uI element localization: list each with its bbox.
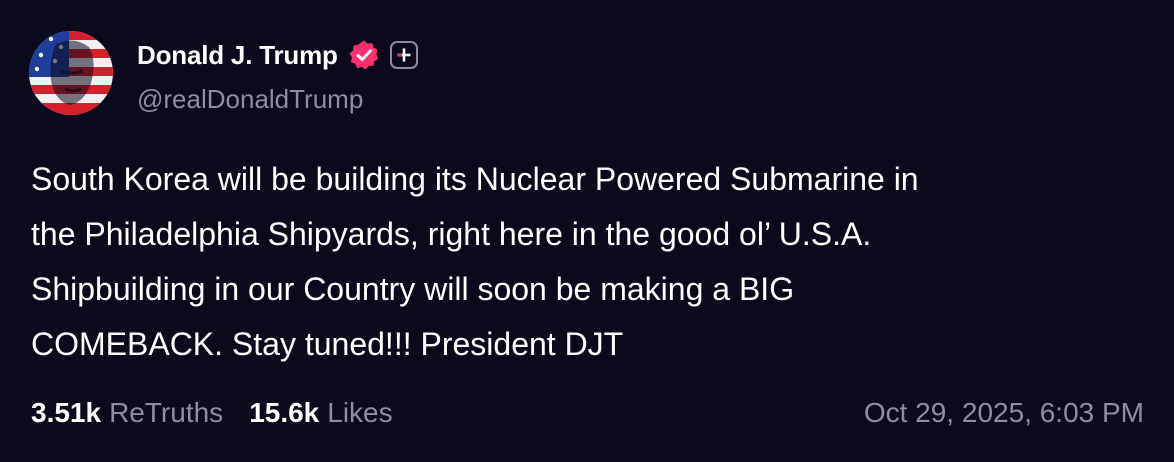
post-text-line: South Korea will be building its Nuclear… (31, 161, 919, 197)
likes-label: Likes (327, 397, 393, 428)
author-name-row: Donald J. Trump (137, 36, 418, 74)
retruths-label: ReTruths (109, 397, 224, 428)
post-text-line: COMEBACK. Stay tuned!!! President DJT (31, 326, 624, 362)
author-display-name[interactable]: Donald J. Trump (137, 40, 338, 71)
plus-badge-icon (389, 41, 418, 69)
post-timestamp[interactable]: Oct 29, 2025, 6:03 PM (864, 393, 1144, 433)
author-handle[interactable]: @realDonaldTrump (137, 84, 363, 115)
post-text-line: Shipbuilding in our Country will soon be… (31, 271, 795, 307)
post-text: South Korea will be building its Nuclear… (31, 152, 1141, 372)
retruths-count: 3.51k (31, 397, 102, 428)
post-card: Donald J. Trump @realDonaldTrump South K… (0, 0, 1174, 462)
post-text-line: the Philadelphia Shipyards, right here i… (31, 216, 872, 252)
retruths-stat[interactable]: 3.51k ReTruths (31, 397, 223, 429)
avatar-image (29, 31, 113, 115)
avatar[interactable] (29, 31, 113, 115)
likes-stat[interactable]: 15.6k Likes (249, 397, 392, 429)
verified-badge-icon (349, 40, 378, 70)
post-stats: 3.51k ReTruths 15.6k Likes (31, 393, 393, 433)
likes-count: 15.6k (249, 397, 320, 428)
